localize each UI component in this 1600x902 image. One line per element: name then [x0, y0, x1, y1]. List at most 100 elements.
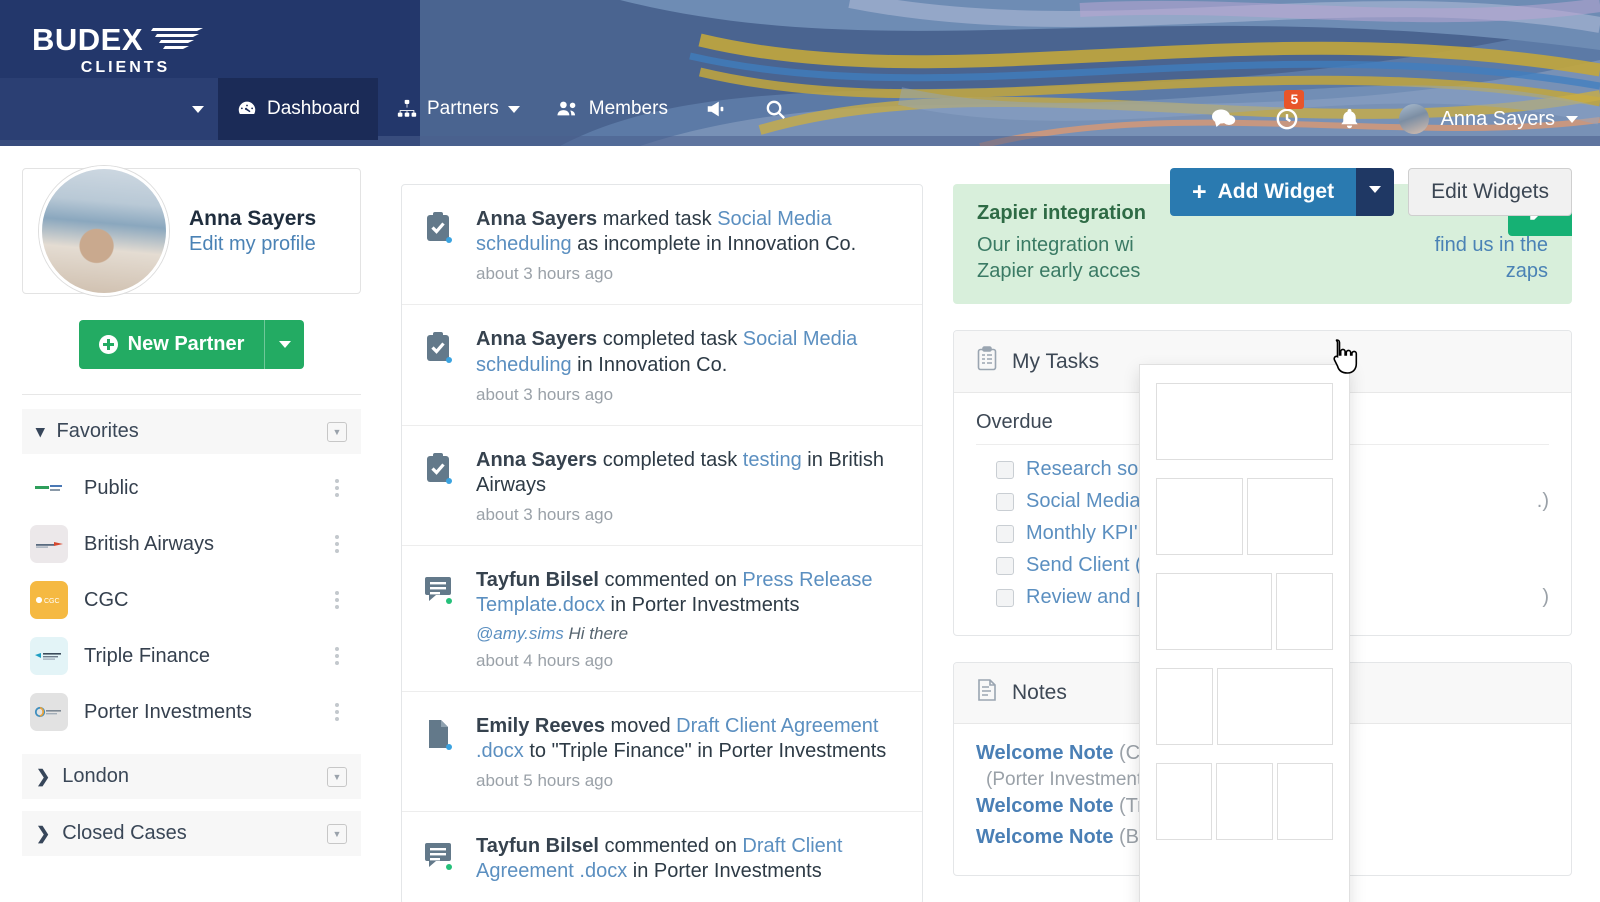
feed-actor: Anna Sayers: [476, 328, 597, 350]
feed-mid: completed task: [597, 328, 743, 350]
list-item[interactable]: CGC CGC: [22, 572, 361, 628]
list-item[interactable]: British Airways: [22, 516, 361, 572]
nav-item-partners-label: Partners: [427, 98, 499, 120]
layout-option-thirds[interactable]: [1156, 763, 1333, 840]
note-name[interactable]: Welcome Note: [976, 742, 1113, 764]
feed-mid: marked task: [597, 208, 717, 230]
chat-bubble-icon[interactable]: [1210, 107, 1236, 131]
list-item-menu-icon[interactable]: [327, 477, 347, 499]
nav-item-partners[interactable]: Partners: [378, 78, 538, 140]
brand-logo[interactable]: BUDEX CLIENTS: [32, 24, 205, 77]
collapse-box-icon[interactable]: ▼: [327, 422, 347, 442]
plus-circle-icon: [99, 335, 118, 354]
task-name[interactable]: Research soc: [1026, 458, 1148, 481]
sidebar-group-favorites[interactable]: ▾ Favorites ▼: [22, 409, 361, 454]
feed-actor: Tayfun Bilsel: [476, 569, 599, 591]
list-item[interactable]: Anna Sayers completed task Social Media …: [402, 304, 922, 424]
list-item-menu-icon[interactable]: [327, 645, 347, 667]
task-checkbox[interactable]: [996, 493, 1014, 511]
nav-item-members[interactable]: Members: [538, 78, 686, 140]
feed-mid: moved: [605, 715, 676, 737]
activity-clock-icon[interactable]: 5: [1274, 106, 1300, 132]
list-item-label: CGC: [84, 589, 311, 612]
file-doc-icon: [424, 714, 458, 791]
comment-bubble-icon: [424, 834, 458, 884]
chevron-right-icon: ❯: [36, 767, 50, 787]
new-partner-caret-button[interactable]: [264, 320, 304, 369]
list-item[interactable]: Porter Investments: [22, 684, 361, 740]
layout-option-wide-narrow[interactable]: [1156, 573, 1333, 650]
feed-timestamp: about 5 hours ago: [476, 771, 898, 791]
add-widget-button[interactable]: + Add Widget: [1170, 168, 1356, 216]
sidebar-group-london-label: London: [62, 765, 129, 788]
workspace-switcher[interactable]: [0, 78, 218, 140]
cgc-favicon: CGC: [30, 581, 68, 619]
list-item[interactable]: Public: [22, 460, 361, 516]
task-name[interactable]: Review and p: [1026, 586, 1147, 609]
task-name[interactable]: Social Media: [1026, 490, 1141, 513]
activity-feed-card: Anna Sayers marked task Social Media sch…: [401, 184, 923, 902]
list-item[interactable]: Emily Reeves moved Draft Client Agreemen…: [402, 691, 922, 811]
app-header: BUDEX CLIENTS Dashboard: [0, 0, 1600, 146]
bell-icon[interactable]: [1338, 107, 1361, 132]
collapse-box-icon[interactable]: ▼: [327, 824, 347, 844]
feed-actor: Tayfun Bilsel: [476, 835, 599, 857]
comment-bubble-icon: [424, 568, 458, 670]
zapier-body-line2: Zapier early acces: [977, 260, 1140, 282]
edit-widgets-button[interactable]: Edit Widgets: [1408, 168, 1572, 216]
layout-option-half-half[interactable]: [1156, 478, 1333, 555]
task-checkbox[interactable]: [996, 461, 1014, 479]
task-name[interactable]: Send Client (: [1026, 554, 1142, 577]
sidebar-group-closed-cases[interactable]: ❯ Closed Cases ▼: [22, 811, 361, 856]
activity-feed-column: Anna Sayers marked task Social Media sch…: [383, 146, 935, 902]
feed-tail: as incomplete in Innovation Co.: [572, 233, 857, 255]
list-item[interactable]: Triple Finance: [22, 628, 361, 684]
nav-item-search[interactable]: [746, 78, 805, 140]
new-partner-button[interactable]: New Partner: [79, 320, 265, 369]
sidebar-group-favorites-label: Favorites: [57, 420, 139, 443]
list-item[interactable]: Tayfun Bilsel commented on Draft Client …: [402, 811, 922, 902]
brand-subtitle: CLIENTS: [32, 59, 205, 77]
note-name[interactable]: Welcome Note: [976, 795, 1113, 817]
zapier-link-find[interactable]: find us in the: [1435, 233, 1548, 259]
user-menu[interactable]: Anna Sayers: [1399, 104, 1578, 134]
task-checkbox[interactable]: [996, 589, 1014, 607]
add-widget-label: Add Widget: [1218, 180, 1334, 204]
chevron-right-icon: ❯: [36, 824, 50, 844]
profile-photo[interactable]: [39, 166, 169, 296]
note-name[interactable]: Welcome Note: [976, 826, 1113, 848]
user-menu-label: Anna Sayers: [1440, 108, 1555, 131]
task-checkbox[interactable]: [996, 557, 1014, 575]
sidebar-divider: [22, 394, 361, 395]
task-name[interactable]: Monthly KPI': [1026, 522, 1138, 545]
list-item[interactable]: Anna Sayers completed task testing in Br…: [402, 425, 922, 545]
feed-mention[interactable]: @amy.sims: [476, 624, 564, 643]
feed-actor: Emily Reeves: [476, 715, 605, 737]
nav-item-announcements[interactable]: [686, 78, 746, 140]
list-item[interactable]: Tayfun Bilsel commented on Press Release…: [402, 545, 922, 690]
nav-item-dashboard[interactable]: Dashboard: [218, 78, 378, 140]
edit-profile-link[interactable]: Edit my profile: [189, 233, 316, 256]
task-checkbox[interactable]: [996, 525, 1014, 543]
feed-tail: in Innovation Co.: [572, 354, 728, 376]
layout-option-full[interactable]: [1156, 383, 1333, 460]
task-context: ): [1542, 586, 1549, 609]
layout-option-narrow-wide[interactable]: [1156, 668, 1333, 745]
add-widget-caret-button[interactable]: [1356, 168, 1394, 216]
list-item-menu-icon[interactable]: [327, 701, 347, 723]
add-widget-dropdown-panel[interactable]: [1139, 364, 1350, 902]
zapier-link-zaps[interactable]: zaps: [1506, 259, 1548, 285]
page-title: Anna Sayers: [189, 207, 316, 231]
nav-item-members-label: Members: [589, 98, 668, 120]
task-clipboard-icon: [424, 327, 458, 404]
feed-link[interactable]: testing: [743, 449, 802, 471]
list-item[interactable]: Anna Sayers marked task Social Media sch…: [402, 185, 922, 304]
task-clipboard-icon: [424, 448, 458, 525]
collapse-box-icon[interactable]: ▼: [327, 767, 347, 787]
porter-investments-favicon: [30, 693, 68, 731]
feed-timestamp: about 3 hours ago: [476, 505, 898, 525]
list-item-menu-icon[interactable]: [327, 533, 347, 555]
list-item-menu-icon[interactable]: [327, 589, 347, 611]
sidebar-group-london[interactable]: ❯ London ▼: [22, 754, 361, 799]
feed-mid: commented on: [599, 569, 742, 591]
